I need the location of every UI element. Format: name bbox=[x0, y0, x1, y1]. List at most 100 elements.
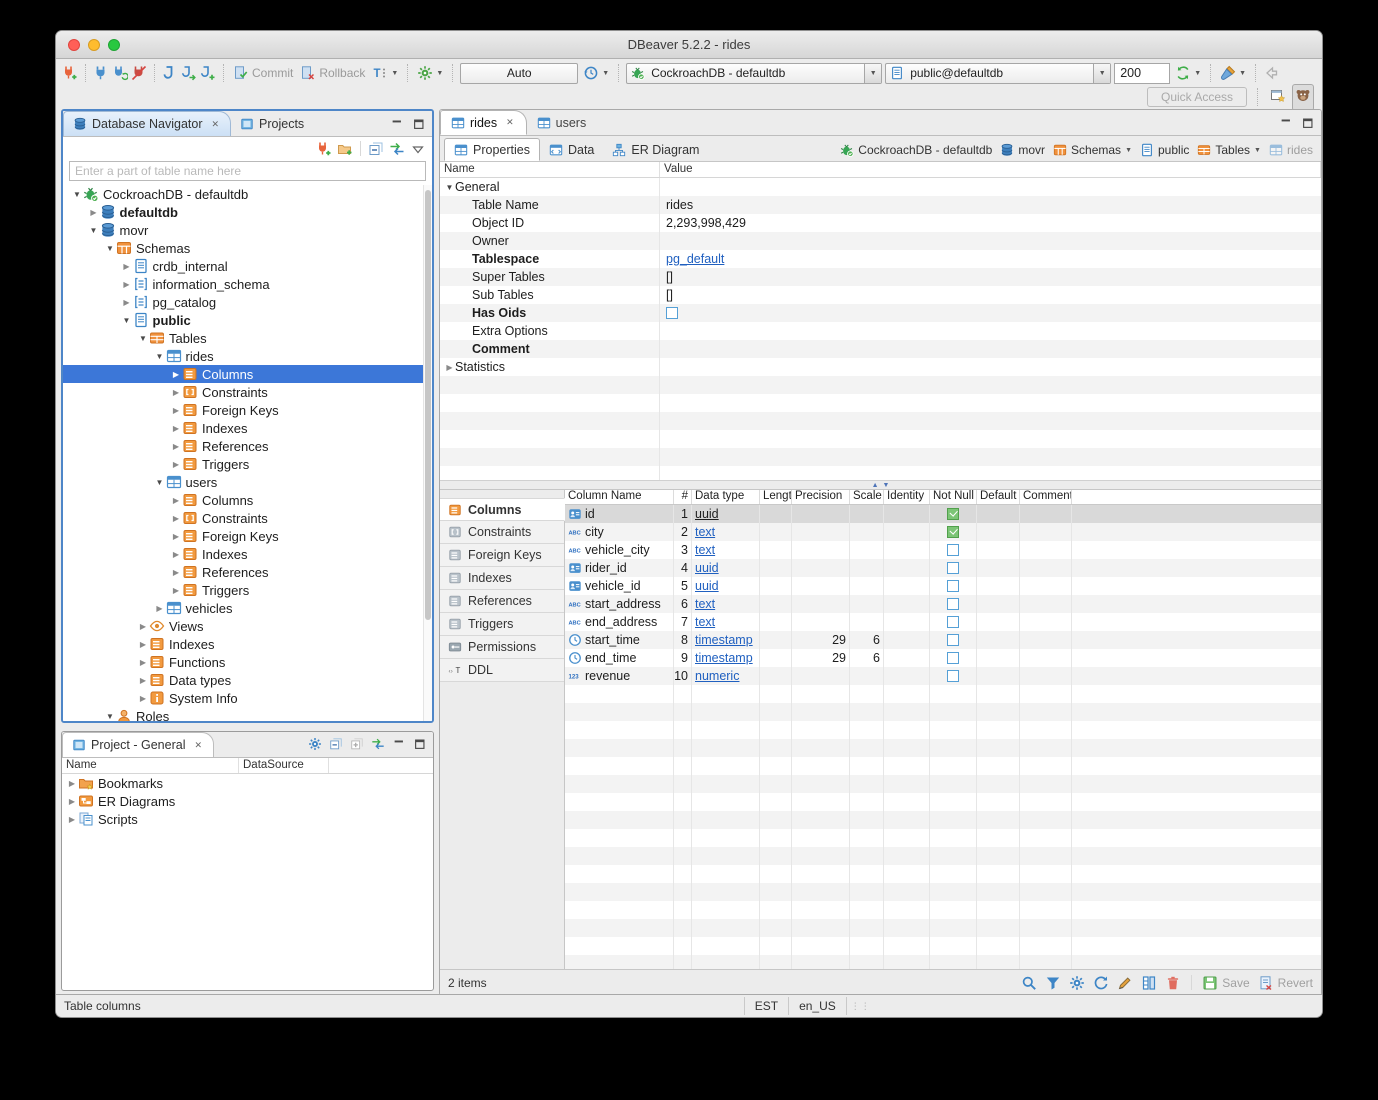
horizontal-splitter[interactable]: ▲ ▼ bbox=[440, 480, 1321, 490]
expand-arrow-icon[interactable]: ▶ bbox=[170, 460, 182, 469]
data-type-link[interactable]: timestamp bbox=[695, 633, 753, 647]
tab-database-navigator[interactable]: Database Navigator ✕ bbox=[63, 111, 231, 136]
column-row-start_address[interactable]: ABCstart_address6text bbox=[565, 595, 1321, 613]
breadcrumb-item-cockroachdb-defaultdb[interactable]: CockroachDB - defaultdb bbox=[840, 143, 992, 157]
debug-button[interactable]: ▼ bbox=[415, 64, 445, 82]
maximize-view-icon[interactable] bbox=[412, 117, 426, 131]
tree-item-triggers[interactable]: ▶Triggers bbox=[63, 581, 432, 599]
tree-item-system-info[interactable]: ▶System Info bbox=[63, 689, 432, 707]
column-row-end_address[interactable]: ABCend_address7text bbox=[565, 613, 1321, 631]
subtab-data[interactable]: Data bbox=[540, 138, 603, 161]
collapse-arrow-icon[interactable]: ▼ bbox=[154, 352, 166, 361]
maximize-view-icon[interactable] bbox=[1301, 116, 1315, 130]
property-row-object-id[interactable]: Object ID2,293,998,429 bbox=[440, 214, 1321, 232]
property-row-owner[interactable]: Owner bbox=[440, 232, 1321, 250]
auto-refresh-button[interactable]: ▼ bbox=[1173, 64, 1203, 82]
not-null-checkbox-unchecked[interactable] bbox=[947, 634, 959, 646]
maximize-view-icon[interactable] bbox=[413, 737, 427, 751]
connection-combo[interactable]: CockroachDB - defaultdb ▼ bbox=[626, 63, 882, 84]
data-type-link[interactable]: numeric bbox=[695, 669, 739, 683]
column-header-name[interactable]: Name bbox=[440, 162, 660, 177]
tree-item-functions[interactable]: ▶Functions bbox=[63, 653, 432, 671]
quick-access-button[interactable]: Quick Access bbox=[1147, 87, 1247, 107]
tree-item-roles[interactable]: ▼Roles bbox=[63, 707, 432, 721]
tree-item-indexes[interactable]: ▶Indexes bbox=[63, 419, 432, 437]
grid-header-data-type[interactable]: Data type bbox=[692, 490, 760, 504]
expand-arrow-icon[interactable]: ▶ bbox=[444, 363, 455, 372]
grid-header-comment[interactable]: Comment bbox=[1020, 490, 1072, 504]
disconnect-icon[interactable] bbox=[131, 65, 147, 81]
project-item-er-diagrams[interactable]: ▶ER Diagrams bbox=[62, 792, 433, 810]
expand-arrow-icon[interactable]: ▶ bbox=[137, 640, 149, 649]
expand-all-icon[interactable] bbox=[350, 737, 364, 751]
tree-item-public[interactable]: ▼public bbox=[63, 311, 432, 329]
chevron-down-icon[interactable]: ▼ bbox=[1125, 147, 1132, 154]
navigator-scrollbar[interactable] bbox=[423, 185, 432, 721]
tree-item-columns[interactable]: ▶Columns bbox=[63, 491, 432, 509]
not-null-checkbox-unchecked[interactable] bbox=[947, 670, 959, 682]
expand-arrow-icon[interactable]: ▶ bbox=[170, 586, 182, 595]
breadcrumb-item-movr[interactable]: movr bbox=[1000, 143, 1045, 157]
filter-icon[interactable] bbox=[1045, 975, 1061, 991]
close-icon[interactable]: ✕ bbox=[504, 116, 516, 129]
data-type-link[interactable]: text bbox=[695, 597, 715, 611]
connect-icon[interactable] bbox=[93, 65, 109, 81]
back-arrow-icon[interactable] bbox=[1263, 65, 1279, 81]
dbeaver-perspective-button[interactable] bbox=[1292, 84, 1314, 111]
expand-arrow-icon[interactable]: ▶ bbox=[170, 568, 182, 577]
tree-item-pg-catalog[interactable]: ▶pg_catalog bbox=[63, 293, 432, 311]
grid-header--[interactable]: # bbox=[674, 490, 692, 504]
tree-item-constraints[interactable]: ▶Constraints bbox=[63, 383, 432, 401]
detail-tab-columns[interactable]: Columns bbox=[440, 498, 565, 521]
table-filter-input[interactable] bbox=[75, 164, 420, 178]
expand-arrow-icon[interactable]: ▶ bbox=[121, 262, 133, 271]
settings-gear-icon[interactable] bbox=[1069, 975, 1085, 991]
detail-tab-permissions[interactable]: Permissions bbox=[440, 636, 564, 659]
splitter-down-icon[interactable]: ▼ bbox=[883, 482, 890, 489]
data-type-link[interactable]: text bbox=[695, 525, 715, 539]
autocommit-combo[interactable]: Auto bbox=[460, 63, 578, 84]
tree-item-information-schema[interactable]: ▶information_schema bbox=[63, 275, 432, 293]
project-item-bookmarks[interactable]: ▶Bookmarks bbox=[62, 774, 433, 792]
tree-item-defaultdb[interactable]: ▶defaultdb bbox=[63, 203, 432, 221]
expand-arrow-icon[interactable]: ▶ bbox=[137, 676, 149, 685]
column-row-revenue[interactable]: 123revenue10numeric bbox=[565, 667, 1321, 685]
schema-caret[interactable]: ▼ bbox=[1093, 64, 1110, 83]
new-connection-icon[interactable] bbox=[316, 141, 332, 157]
new-connection-icon[interactable] bbox=[62, 65, 78, 81]
property-row-has-oids[interactable]: Has Oids bbox=[440, 304, 1321, 322]
tree-item-views[interactable]: ▶Views bbox=[63, 617, 432, 635]
data-type-link[interactable]: timestamp bbox=[695, 651, 753, 665]
grid-header-not-null[interactable]: Not Null bbox=[930, 490, 977, 504]
expand-arrow-icon[interactable]: ▶ bbox=[170, 388, 182, 397]
view-menu-icon[interactable] bbox=[410, 141, 426, 157]
gear-icon[interactable] bbox=[308, 737, 322, 751]
tab-project-general[interactable]: Project - General ✕ bbox=[62, 732, 214, 757]
grid-header-default[interactable]: Default bbox=[977, 490, 1020, 504]
collapse-arrow-icon[interactable]: ▼ bbox=[104, 712, 116, 721]
tree-item-schemas[interactable]: ▼Schemas bbox=[63, 239, 432, 257]
subtab-er-diagram[interactable]: ER Diagram bbox=[603, 138, 708, 161]
breadcrumb-item-rides[interactable]: rides bbox=[1269, 143, 1313, 157]
column-row-start_time[interactable]: start_time8timestamp296 bbox=[565, 631, 1321, 649]
sql-editor-icon[interactable] bbox=[162, 65, 178, 81]
data-type-link[interactable]: uuid bbox=[695, 579, 719, 593]
property-value[interactable]: pg_default bbox=[666, 252, 724, 266]
collapse-arrow-icon[interactable]: ▼ bbox=[137, 334, 149, 343]
tree-item-cockroachdb-defaultdb[interactable]: ▼CockroachDB - defaultdb bbox=[63, 185, 432, 203]
property-row-general[interactable]: ▼General bbox=[440, 178, 1321, 196]
expand-arrow-icon[interactable]: ▶ bbox=[170, 532, 182, 541]
detail-tab-triggers[interactable]: Triggers bbox=[440, 613, 564, 636]
locale-indicator[interactable]: en_US bbox=[789, 997, 847, 1015]
expand-arrow-icon[interactable]: ▶ bbox=[137, 622, 149, 631]
data-type-link[interactable]: text bbox=[695, 543, 715, 557]
collapse-arrow-icon[interactable]: ▼ bbox=[88, 226, 100, 235]
timezone-indicator[interactable]: EST bbox=[744, 997, 789, 1015]
property-row-sub-tables[interactable]: Sub Tables[] bbox=[440, 286, 1321, 304]
collapse-arrow-icon[interactable]: ▼ bbox=[121, 316, 133, 325]
tree-item-indexes[interactable]: ▶Indexes bbox=[63, 635, 432, 653]
close-window-button[interactable] bbox=[68, 39, 80, 51]
not-null-checkbox-unchecked[interactable] bbox=[947, 598, 959, 610]
tree-item-rides[interactable]: ▼rides bbox=[63, 347, 432, 365]
property-row-statistics[interactable]: ▶Statistics bbox=[440, 358, 1321, 376]
